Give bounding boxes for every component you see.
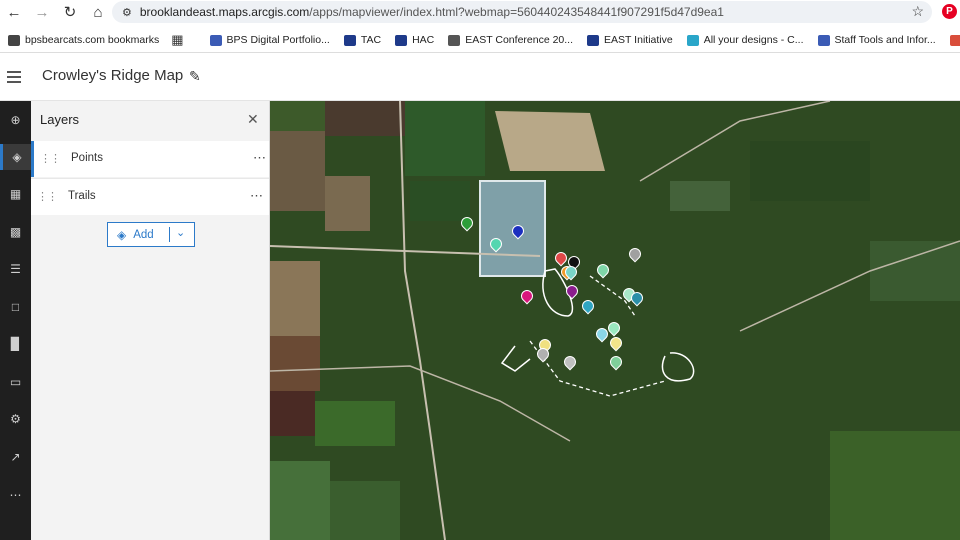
bookmark-item[interactable]: Staff Tools and Infor... (817, 34, 936, 46)
browser-toolbar: ← → ↻ ⌂ ⚙ brooklandeast.maps.arcgis.com/… (0, 0, 960, 24)
layer-name: Trails (68, 190, 96, 202)
layer-row-points[interactable]: ⋮⋮ Points ⋯ (31, 141, 269, 177)
satellite-imagery[interactable] (270, 101, 960, 540)
menu-icon[interactable] (7, 71, 21, 86)
layers-panel: Layers ✕ ⋮⋮ Points ⋯ ⋮⋮ Trails ⋯ ◈ Add ⌄ (31, 101, 270, 540)
add-layer-button[interactable]: ◈ Add ⌄ (107, 222, 195, 247)
reload-icon[interactable]: ↻ (56, 0, 84, 24)
bookmark-label: bpsbearcats.com bookmarks (25, 34, 160, 46)
map-title: Crowley's Ridge Map (42, 67, 184, 84)
bookmark-label: EAST Conference 20... (465, 34, 574, 46)
bookmark-item[interactable]: All your designs - C... (686, 34, 804, 46)
east-icon (448, 34, 461, 46)
map-view[interactable] (270, 101, 960, 540)
bookmark-item[interactable]: BPS Digital Portfolio... (209, 34, 330, 46)
bookmarks-icon[interactable]: □ (0, 294, 31, 320)
bookmark-star-icon[interactable]: ☆ (911, 3, 924, 20)
east-initiative-icon (587, 34, 600, 46)
folder-icon (8, 34, 20, 46)
share-icon[interactable]: ↗ (0, 444, 31, 470)
bookmark-label: HAC (412, 34, 435, 46)
more-options-icon[interactable]: ⋯ (253, 150, 267, 166)
bookmarks-bar: bpsbearcats.com bookmarks ▦ BPS Digital Po… (0, 28, 960, 53)
address-bar[interactable]: ⚙ brooklandeast.maps.arcgis.com/apps/map… (112, 1, 932, 23)
staff-tools-icon (817, 34, 830, 46)
layer-name: Points (71, 152, 103, 164)
legend-icon[interactable]: ☰ (0, 256, 31, 282)
url-text: brooklandeast.maps.arcgis.com/apps/mapvi… (139, 5, 724, 19)
more-options-icon[interactable]: ⋯ (250, 188, 264, 204)
bookmark-item[interactable]: EAST Initiative (587, 34, 673, 46)
chevron-down-icon[interactable]: ⌄ (176, 226, 185, 239)
bookmark-label: All your designs - C... (703, 34, 804, 46)
canva-icon (686, 34, 699, 46)
forward-icon[interactable]: → (28, 0, 56, 24)
settings-icon[interactable]: ⚙ (0, 406, 31, 432)
pinterest-extension-icon[interactable]: P (942, 4, 957, 19)
charts-icon[interactable]: ▉ (0, 331, 31, 357)
bookmark-item[interactable]: HAC (395, 34, 434, 46)
bookmark-item[interactable]: EAST Conference 20... (448, 34, 573, 46)
folder-icon[interactable]: ▭ (0, 369, 31, 395)
close-icon[interactable]: ✕ (247, 111, 259, 128)
thrillshare-icon (949, 34, 960, 46)
more-tools-icon[interactable]: ⋯ (0, 482, 31, 508)
app-header: Crowley's Ridge Map ✎ (0, 54, 960, 101)
bookmark-item[interactable]: Thrillshare (949, 34, 960, 46)
home-icon[interactable]: ⌂ (84, 0, 112, 24)
back-icon[interactable]: ← (0, 0, 28, 24)
edit-pencil-icon[interactable]: ✎ (189, 68, 201, 85)
bookmark-label: TAC (360, 34, 382, 46)
drag-handle-icon[interactable]: ⋮⋮ (37, 190, 58, 203)
bookmark-label: EAST Initiative (604, 34, 673, 46)
tac-icon (343, 34, 356, 46)
layer-row-trails[interactable]: ⋮⋮ Trails ⋯ (31, 178, 269, 215)
layers-stack-icon: ◈ (117, 227, 127, 242)
table-icon[interactable]: ▦ (0, 181, 31, 207)
add-layer-icon[interactable]: ⊕ (0, 107, 31, 133)
panel-title: Layers (40, 112, 80, 127)
hac-icon (395, 34, 408, 46)
bookmark-item[interactable]: bpsbearcats.com bookmarks (8, 34, 159, 46)
bookmark-item[interactable]: TAC (343, 34, 382, 46)
bookmark-label: Staff Tools and Infor... (834, 34, 936, 46)
basemap-icon[interactable]: ▩ (0, 219, 31, 245)
bookmark-label: BPS Digital Portfolio... (226, 34, 330, 46)
site-info-icon[interactable]: ⚙ (122, 6, 132, 19)
tool-rail: ⊕ ◈ ▦ ▩ ☰ □ ▉ ▭ ⚙ ↗ ⋯ (0, 101, 31, 540)
drag-handle-icon[interactable]: ⋮⋮ (40, 152, 61, 165)
add-label: Add (133, 228, 154, 241)
portfolio-icon (209, 34, 222, 46)
layers-icon[interactable]: ◈ (0, 144, 31, 170)
apps-grid-icon[interactable]: ▦ (171, 32, 183, 48)
